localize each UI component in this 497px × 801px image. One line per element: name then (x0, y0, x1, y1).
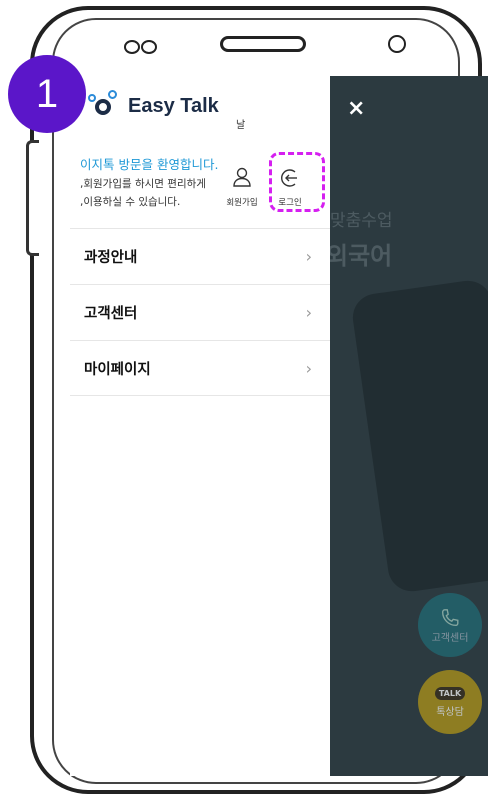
chevron-right-icon: › (305, 303, 312, 322)
dimmed-background[interactable]: 맞춤수업 외국어 (330, 76, 488, 776)
logo-mark-icon (88, 90, 124, 122)
close-menu-button[interactable]: × (347, 96, 365, 121)
menu-list: 과정안내 › 고객센터 › 마이페이지 › (70, 228, 330, 396)
menu-item-mypage[interactable]: 마이페이지 › (70, 340, 330, 396)
phone-camera (388, 35, 406, 53)
customer-center-fab[interactable]: 고객센터 (418, 593, 482, 657)
logo-text: Easy Talk (128, 94, 219, 117)
phone-sensors (124, 39, 158, 58)
welcome-line-1: ,회원가입를 하시면 편리하게 (80, 178, 206, 190)
phone-call-icon (441, 608, 459, 626)
background-heading: 외국어 (330, 242, 393, 270)
talk-consult-fab-label: 톡상담 (436, 706, 464, 718)
background-image (349, 277, 488, 595)
chevron-right-icon: › (305, 247, 312, 266)
user-icon (233, 167, 251, 187)
menu-item-customer-center[interactable]: 고객센터 › (70, 284, 330, 340)
signup-label: 회원가입 (226, 198, 258, 208)
step-number-badge: 1 (8, 55, 86, 133)
talk-consult-fab[interactable]: TALK 톡상담 (418, 670, 482, 734)
menu-item-label: 고객센터 (84, 306, 138, 322)
signup-button[interactable]: 회원가입 (223, 166, 261, 208)
menu-item-label: 과정안내 (84, 250, 138, 266)
menu-item-course-info[interactable]: 과정안내 › (70, 228, 330, 284)
menu-item-label: 마이페이지 (84, 361, 151, 378)
login-highlight-box (269, 152, 325, 212)
chevron-right-icon: › (305, 358, 312, 378)
customer-center-fab-label: 고객센터 (431, 632, 469, 644)
phone-side-button (26, 140, 39, 256)
welcome-title: 이지톡 방문을 환영합니다. (80, 157, 219, 172)
easytalk-logo[interactable]: Easy Talk (88, 90, 219, 122)
phone-speaker (220, 36, 306, 52)
logo-suffix-text: 날 (236, 120, 246, 131)
welcome-line-2: ,이용하실 수 있습니다. (80, 196, 181, 208)
talk-badge-icon: TALK (434, 686, 466, 700)
background-text: 맞춤수업 (330, 211, 393, 231)
